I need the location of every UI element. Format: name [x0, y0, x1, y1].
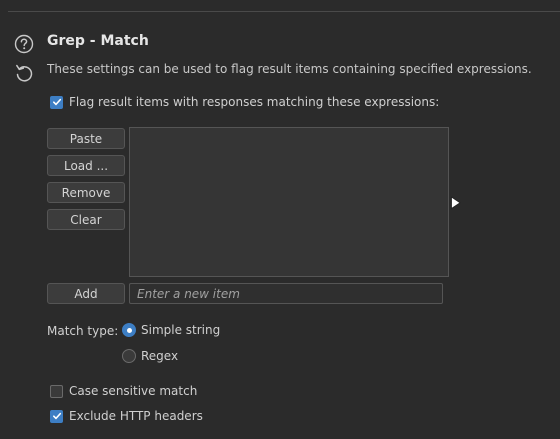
- case-sensitive-checkbox[interactable]: Case sensitive match: [50, 384, 197, 398]
- radio-regex[interactable]: Regex: [122, 349, 178, 363]
- checkbox-empty-icon[interactable]: [50, 384, 63, 398]
- match-type-label: Match type:: [47, 324, 119, 338]
- radio-unselected-icon[interactable]: [122, 349, 136, 363]
- exclude-http-headers-checkbox[interactable]: Exclude HTTP headers: [50, 409, 203, 423]
- expressions-list[interactable]: [129, 127, 449, 277]
- exclude-http-headers-label: Exclude HTTP headers: [69, 409, 203, 423]
- reset-icon[interactable]: [14, 63, 34, 83]
- remove-button[interactable]: Remove: [47, 182, 125, 203]
- checkmark-icon[interactable]: [50, 409, 63, 423]
- clear-button[interactable]: Clear: [47, 209, 125, 230]
- grep-match-panel: Grep - Match These settings can be used …: [0, 0, 560, 439]
- flag-result-items-checkbox[interactable]: Flag result items with responses matchin…: [50, 95, 439, 109]
- section-description: These settings can be used to flag resul…: [47, 62, 532, 76]
- checkmark-icon[interactable]: [50, 95, 63, 109]
- section-title: Grep - Match: [47, 33, 149, 49]
- pointer-cursor-icon: [451, 196, 461, 210]
- radio-simple-string[interactable]: Simple string: [122, 323, 220, 337]
- load-button[interactable]: Load ...: [47, 155, 125, 176]
- add-button[interactable]: Add: [47, 283, 125, 304]
- paste-button[interactable]: Paste: [47, 128, 125, 149]
- case-sensitive-label: Case sensitive match: [69, 384, 198, 398]
- radio-regex-label: Regex: [141, 349, 179, 363]
- radio-selected-icon[interactable]: [122, 323, 136, 337]
- new-item-input[interactable]: [129, 283, 443, 304]
- flag-result-items-label: Flag result items with responses matchin…: [69, 95, 440, 109]
- radio-simple-string-label: Simple string: [141, 323, 221, 337]
- top-divider: [8, 11, 560, 12]
- help-circle-icon[interactable]: [14, 34, 34, 54]
